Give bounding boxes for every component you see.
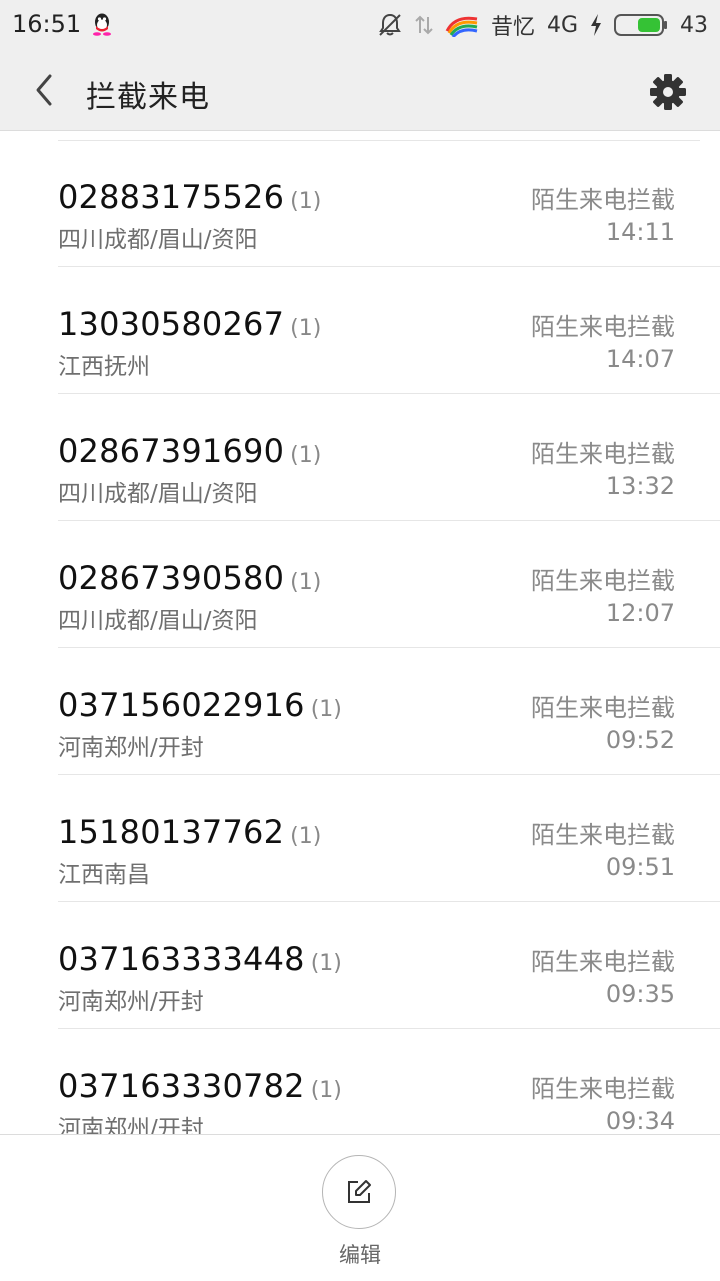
blocked-calls-list: 02883175526 (1) 四川成都/眉山/资阳 陌生来电拦截 14:11 …	[0, 130, 720, 1134]
number-wrap: 13030580267 (1)	[58, 305, 321, 343]
battery-icon	[614, 13, 668, 37]
call-row[interactable]: 15180137762 (1) 江西南昌 陌生来电拦截 09:51	[0, 775, 720, 902]
phone-number: 02867390580	[58, 559, 285, 597]
number-wrap: 15180137762 (1)	[58, 813, 321, 851]
edit-icon	[348, 1180, 371, 1203]
call-row[interactable]: 13030580267 (1) 江西抚州 陌生来电拦截 14:07	[0, 267, 720, 394]
block-tag: 陌生来电拦截	[531, 313, 675, 341]
block-tag: 陌生来电拦截	[531, 567, 675, 595]
charging-icon	[590, 14, 602, 36]
number-wrap: 02883175526 (1)	[58, 178, 321, 216]
phone-number: 037156022916	[58, 686, 305, 724]
block-tag: 陌生来电拦截	[531, 1075, 675, 1103]
app-bar: 拦截来电	[0, 52, 720, 131]
block-tag: 陌生来电拦截	[531, 694, 675, 722]
call-count: (1)	[290, 316, 322, 341]
call-count: (1)	[310, 1078, 342, 1103]
number-wrap: 02867391690 (1)	[58, 432, 321, 470]
network-label: 4G	[546, 12, 578, 38]
call-count: (1)	[310, 697, 342, 722]
status-left: 16:51	[12, 10, 113, 38]
location: 江西南昌	[58, 862, 150, 888]
bottom-toolbar: 编辑	[0, 1134, 720, 1281]
call-time: 09:34	[605, 1107, 675, 1134]
number-wrap: 037163330782 (1)	[58, 1067, 342, 1105]
number-wrap: 037163333448 (1)	[58, 940, 342, 978]
page-title: 拦截来电	[86, 80, 210, 115]
phone-number: 13030580267	[58, 305, 285, 343]
status-bar: 16:51 昔忆 4G 43	[0, 0, 720, 52]
number-wrap: 037156022916 (1)	[58, 686, 342, 724]
location: 河南郑州/开封	[58, 1116, 204, 1134]
phone-number: 037163330782	[58, 1067, 305, 1105]
call-row[interactable]: 037163330782 (1) 河南郑州/开封 陌生来电拦截 09:34	[0, 1029, 720, 1134]
call-row[interactable]: 037156022916 (1) 河南郑州/开封 陌生来电拦截 09:52	[0, 648, 720, 775]
block-tag: 陌生来电拦截	[531, 821, 675, 849]
location: 四川成都/眉山/资阳	[58, 481, 258, 507]
call-row[interactable]: 02867391690 (1) 四川成都/眉山/资阳 陌生来电拦截 13:32	[0, 394, 720, 521]
phone-number: 15180137762	[58, 813, 285, 851]
block-tag: 陌生来电拦截	[531, 948, 675, 976]
phone-number: 037163333448	[58, 940, 305, 978]
call-time: 13:32	[605, 472, 675, 500]
rainbow-icon	[445, 13, 479, 37]
edit-button[interactable]	[322, 1155, 396, 1229]
data-arrows-icon	[415, 13, 433, 37]
call-time: 14:07	[605, 345, 675, 373]
status-time: 16:51	[12, 10, 82, 38]
location: 四川成都/眉山/资阳	[58, 227, 258, 253]
call-row[interactable]: 037163333448 (1) 河南郑州/开封 陌生来电拦截 09:35	[0, 902, 720, 1029]
call-count: (1)	[310, 951, 342, 976]
call-time: 12:07	[605, 599, 675, 627]
phone-number: 02883175526	[58, 178, 285, 216]
call-row[interactable]: 02867390580 (1) 四川成都/眉山/资阳 陌生来电拦截 12:07	[0, 521, 720, 648]
edit-label[interactable]: 编辑	[0, 1239, 720, 1269]
qq-icon	[91, 12, 113, 36]
call-time: 09:52	[605, 726, 675, 754]
block-tag: 陌生来电拦截	[531, 440, 675, 468]
location: 河南郑州/开封	[58, 989, 204, 1015]
call-time: 14:11	[605, 218, 675, 246]
location: 江西抚州	[58, 354, 150, 380]
gear-icon	[650, 74, 686, 110]
mute-icon	[377, 12, 403, 38]
number-wrap: 02867390580 (1)	[58, 559, 321, 597]
call-time: 09:35	[605, 980, 675, 1008]
back-button[interactable]	[20, 66, 68, 114]
call-count: (1)	[290, 824, 322, 849]
status-right: 昔忆 4G 43	[377, 9, 708, 41]
call-row[interactable]: 02883175526 (1) 四川成都/眉山/资阳 陌生来电拦截 14:11	[0, 140, 720, 267]
call-count: (1)	[290, 189, 322, 214]
phone-number: 02867391690	[58, 432, 285, 470]
call-count: (1)	[290, 443, 322, 468]
location: 河南郑州/开封	[58, 735, 204, 761]
location: 四川成都/眉山/资阳	[58, 608, 258, 634]
battery-level: 43	[680, 12, 708, 38]
call-time: 09:51	[605, 853, 675, 881]
call-count: (1)	[290, 570, 322, 595]
settings-button[interactable]	[648, 72, 688, 112]
chevron-left-icon	[36, 74, 52, 106]
block-tag: 陌生来电拦截	[531, 186, 675, 214]
carrier-label: 昔忆	[490, 15, 535, 40]
